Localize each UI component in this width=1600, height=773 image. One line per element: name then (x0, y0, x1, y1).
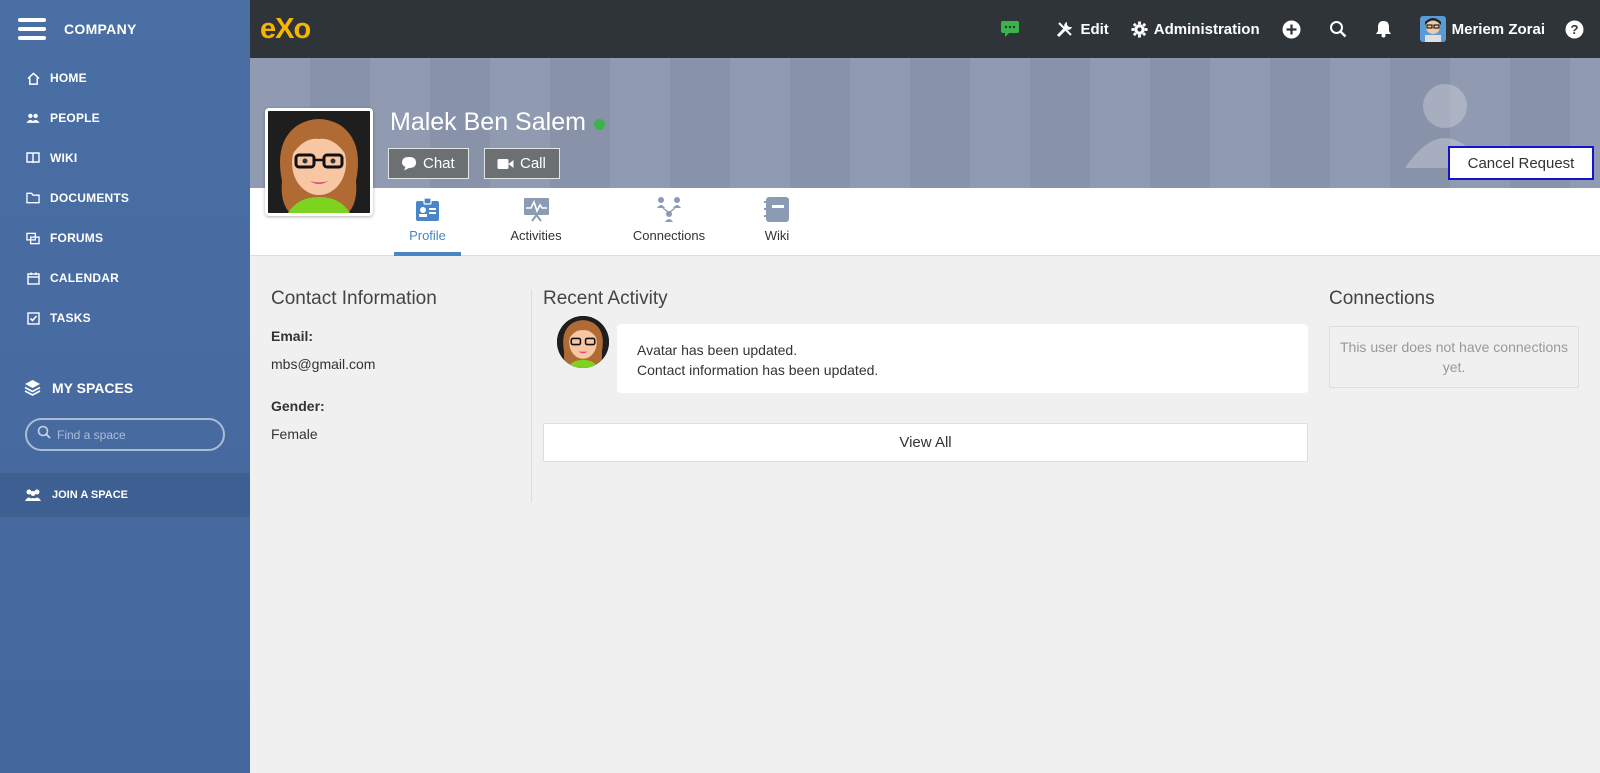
email-value[interactable]: mbs@gmail.com (271, 356, 531, 372)
tab-activities[interactable]: Activities (508, 194, 564, 256)
gear-icon (1131, 20, 1148, 38)
space-search-box[interactable] (25, 418, 225, 451)
contact-information-title: Contact Information (271, 288, 437, 309)
top-bar-actions: Edit Administration Meriem Zorai ? (1000, 16, 1600, 42)
notebook-icon (764, 194, 790, 224)
activity-chart-icon (523, 194, 550, 224)
sidebar-item-label: HOME (50, 71, 87, 85)
gender-label: Gender: (271, 398, 325, 414)
join-space-button[interactable]: JOIN A SPACE (0, 473, 250, 517)
activity-line: Contact information has been updated. (637, 362, 879, 378)
join-space-label: JOIN A SPACE (52, 489, 128, 501)
profile-avatar[interactable] (265, 108, 373, 216)
administration-label: Administration (1153, 20, 1260, 38)
edit-button[interactable]: Edit (1056, 20, 1109, 38)
home-icon (26, 71, 40, 85)
call-label: Call (520, 155, 546, 172)
connections-title: Connections (1329, 288, 1435, 309)
activity-line: Avatar has been updated. (637, 342, 798, 358)
id-card-icon (415, 194, 440, 224)
user-name: Meriem Zorai (1451, 20, 1545, 38)
tab-connections[interactable]: Connections (630, 194, 708, 256)
recent-activity-section: Recent Activity Avatar has been updated.… (543, 288, 1308, 462)
sidebar-item-label: PEOPLE (50, 111, 100, 125)
exo-logo[interactable]: eXo (260, 13, 311, 46)
gender-value: Female (271, 426, 318, 442)
administration-button[interactable]: Administration (1131, 21, 1260, 38)
activity-item: Avatar has been updated. Contact informa… (543, 316, 1308, 393)
connections-section: Connections This user does not have conn… (1329, 288, 1579, 388)
sidebar-item-tasks[interactable]: TASKS (0, 298, 250, 338)
edit-label: Edit (1080, 20, 1109, 38)
forums-icon (26, 231, 40, 245)
hamburger-menu-icon[interactable] (18, 18, 46, 40)
top-bar: eXo Edit Administration Meriem Zorai ? (250, 0, 1600, 58)
sidebar-item-documents[interactable]: DOCUMENTS (0, 178, 250, 218)
contact-information-section: Contact Information Email: mbs@gmail.com… (271, 288, 531, 442)
sidebar-header: COMPANY (0, 0, 250, 58)
sidebar: COMPANY HOME PEOPLE WIKI DOCUMENTS FORUM… (0, 0, 250, 773)
tools-icon (1057, 22, 1073, 38)
sidebar-item-home[interactable]: HOME (0, 58, 250, 98)
tab-label: Activities (510, 228, 562, 243)
online-status-indicator (593, 119, 605, 130)
people-icon (26, 111, 40, 125)
sidebar-item-forums[interactable]: FORUMS (0, 218, 250, 258)
user-avatar (1419, 16, 1446, 42)
call-button[interactable]: Call (484, 148, 560, 179)
profile-name: Malek Ben Salem (390, 108, 605, 137)
sidebar-item-label: DOCUMENTS (50, 191, 130, 205)
profile-tabs: Profile Activities Connections Wiki (250, 188, 1600, 256)
email-label: Email: (271, 328, 314, 344)
company-name[interactable]: COMPANY (64, 21, 137, 37)
cancel-request-button[interactable]: Cancel Request (1448, 146, 1594, 180)
tasks-icon (26, 311, 40, 325)
sidebar-nav: HOME PEOPLE WIKI DOCUMENTS FORUMS CALEND… (0, 58, 250, 338)
no-connections-message: This user does not have connections yet. (1329, 326, 1579, 388)
tab-label: Connections (632, 228, 706, 243)
chat-label: Chat (423, 155, 455, 172)
chat-bubble-icon (402, 157, 416, 171)
tab-label: Profile (409, 228, 446, 243)
chat-icon[interactable] (1000, 20, 1026, 38)
layers-icon (24, 379, 42, 397)
chat-button[interactable]: Chat (388, 148, 469, 179)
cancel-request-label: Cancel Request (1467, 154, 1575, 172)
sidebar-item-label: WIKI (50, 151, 78, 165)
sidebar-item-label: FORUMS (50, 231, 104, 245)
recent-activity-title: Recent Activity (543, 288, 668, 309)
svg-text:?: ? (1571, 22, 1579, 37)
sidebar-item-wiki[interactable]: WIKI (0, 138, 250, 178)
profile-banner: Malek Ben Salem Chat Call Cancel Request (250, 58, 1600, 188)
activity-content[interactable]: Avatar has been updated. Contact informa… (617, 324, 1308, 393)
add-icon[interactable] (1282, 20, 1307, 39)
tab-wiki[interactable]: Wiki (762, 194, 792, 256)
tab-label: Wiki (764, 228, 790, 243)
search-icon (37, 425, 51, 444)
my-spaces-label: MY SPACES (52, 380, 134, 396)
calendar-icon (26, 271, 40, 285)
book-icon (26, 151, 40, 165)
folder-icon (26, 191, 40, 205)
group-icon (24, 488, 42, 502)
space-search-input[interactable] (57, 427, 207, 442)
tab-profile[interactable]: Profile (394, 194, 461, 256)
view-all-button[interactable]: View All (543, 423, 1308, 462)
activity-avatar[interactable] (557, 316, 609, 368)
search-icon[interactable] (1329, 20, 1353, 38)
user-menu[interactable]: Meriem Zorai (1419, 16, 1545, 42)
help-icon[interactable]: ? (1565, 20, 1590, 39)
profile-name-text: Malek Ben Salem (390, 108, 586, 136)
connections-icon (655, 194, 683, 224)
sidebar-item-label: CALENDAR (50, 271, 119, 285)
video-camera-icon (497, 158, 514, 169)
column-divider (531, 290, 532, 502)
sidebar-item-people[interactable]: PEOPLE (0, 98, 250, 138)
sidebar-item-calendar[interactable]: CALENDAR (0, 258, 250, 298)
sidebar-item-label: TASKS (50, 311, 91, 325)
bell-icon[interactable] (1375, 20, 1398, 38)
my-spaces-heading[interactable]: MY SPACES (0, 368, 250, 408)
